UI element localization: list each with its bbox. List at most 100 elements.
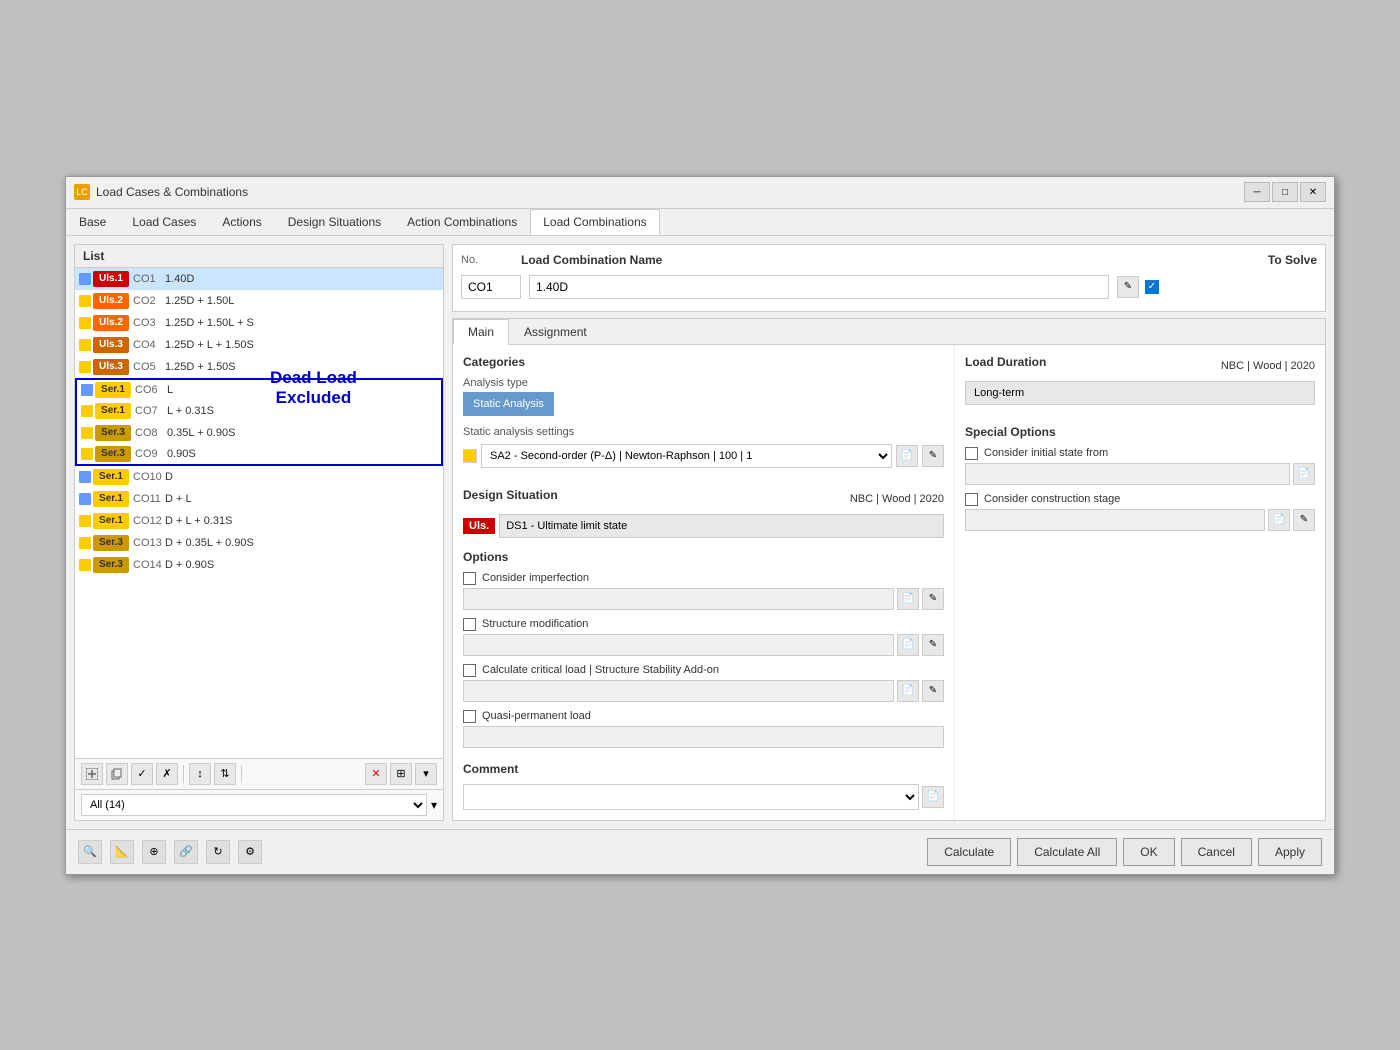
comment-select[interactable] [463,784,919,810]
co-number-input[interactable] [461,275,521,299]
copy-button[interactable] [106,763,128,785]
initial-state-icon[interactable]: 📄 [1293,463,1315,485]
structure-mod-input[interactable] [463,634,894,656]
settings-icon-btn[interactable]: ⚙ [238,840,262,864]
minimize-button[interactable]: ─ [1244,182,1270,202]
sort-button[interactable]: ↕ [189,763,211,785]
combination-form: No. Load Combination Name To Solve ✎ ✓ [452,244,1326,312]
sort2-button[interactable]: ⇅ [214,763,236,785]
sa-edit-icon[interactable]: ✎ [922,445,944,467]
list-item[interactable]: Uls.1CO11.40D [75,268,443,290]
structure-mod-new-icon[interactable]: 📄 [897,634,919,656]
co-formula: 1.25D + L + 1.50S [165,339,254,351]
color-square [81,405,93,417]
menu-design-situations[interactable]: Design Situations [275,209,394,235]
sa-new-icon[interactable]: 📄 [896,445,918,467]
tab-main[interactable]: Main [453,319,509,345]
co-name-input[interactable] [529,275,1109,299]
check-button[interactable]: ✓ [131,763,153,785]
new-button[interactable] [81,763,103,785]
option-imperfection: Consider imperfection 📄 ✎ [463,572,944,610]
color-square [79,537,91,549]
co-badge: Ser.1 [95,382,131,398]
co-id: CO9 [135,448,167,460]
menu-load-cases[interactable]: Load Cases [119,209,209,235]
menu-action-combinations[interactable]: Action Combinations [394,209,530,235]
list-item[interactable]: Ser.3CO80.35L + 0.90S [75,422,443,444]
calculate-button[interactable]: Calculate [927,838,1011,866]
co-formula: D + 0.35L + 0.90S [165,537,254,549]
list-item[interactable]: Ser.1CO10D [75,466,443,488]
construction-input[interactable] [965,509,1265,531]
critical-load-input[interactable] [463,680,894,702]
list-item[interactable]: Ser.1CO6L [75,378,443,400]
delete-button[interactable]: ✕ [365,763,387,785]
co-id: CO11 [133,493,165,505]
titlebar: LC Load Cases & Combinations ─ □ ✕ [66,177,1334,209]
structure-mod-checkbox[interactable] [463,618,476,631]
measure-icon-btn[interactable]: 📐 [110,840,134,864]
list-item[interactable]: Uls.3CO51.25D + 1.50S [75,356,443,378]
construction-checkbox[interactable] [965,493,978,506]
critical-load-checkbox[interactable] [463,664,476,677]
co-formula: 1.40D [165,273,194,285]
comment-edit-icon[interactable]: 📄 [922,786,944,808]
list-item[interactable]: Ser.3CO13D + 0.35L + 0.90S [75,532,443,554]
link-icon-btn[interactable]: 🔗 [174,840,198,864]
maximize-button[interactable]: □ [1272,182,1298,202]
color-square [79,273,91,285]
menu-load-combinations[interactable]: Load Combinations [530,209,659,235]
sa-select[interactable]: SA2 - Second-order (P-Δ) | Newton-Raphso… [481,444,892,468]
calculate-all-button[interactable]: Calculate All [1017,838,1117,866]
grid-button[interactable]: ⊞ [390,763,412,785]
main-window: LC Load Cases & Combinations ─ □ ✕ Base … [65,176,1335,875]
menubar: Base Load Cases Actions Design Situation… [66,209,1334,236]
co-badge: Uls.2 [93,293,129,309]
list-item[interactable]: Ser.1CO11D + L [75,488,443,510]
imperfection-new-icon[interactable]: 📄 [897,588,919,610]
categories-title: Categories [463,355,944,369]
window-title: Load Cases & Combinations [96,185,248,199]
list-item[interactable]: Ser.1CO12D + L + 0.31S [75,510,443,532]
check2-button[interactable]: ✗ [156,763,178,785]
list-item[interactable]: Uls.3CO41.25D + L + 1.50S [75,334,443,356]
list-item[interactable]: Ser.1CO7L + 0.31S [75,400,443,422]
menu-actions[interactable]: Actions [209,209,274,235]
critical-load-edit-icon[interactable]: ✎ [922,680,944,702]
imperfection-input[interactable] [463,588,894,610]
apply-button[interactable]: Apply [1258,838,1322,866]
imperfection-checkbox[interactable] [463,572,476,585]
construction-edit-icon[interactable]: ✎ [1293,509,1315,531]
rotate-icon-btn[interactable]: ↻ [206,840,230,864]
filter-select[interactable]: All (14) [81,794,427,816]
options-section: Options Consider imperfection [463,550,944,748]
right-panel: No. Load Combination Name To Solve ✎ ✓ [452,244,1326,821]
co-id: CO4 [133,339,165,351]
load-duration-value: Long-term [965,381,1315,405]
list-item[interactable]: Uls.2CO21.25D + 1.50L [75,290,443,312]
search-icon-btn[interactable]: 🔍 [78,840,102,864]
ok-button[interactable]: OK [1123,838,1174,866]
co-id: CO14 [133,559,165,571]
list-item[interactable]: Uls.2CO31.25D + 1.50L + S [75,312,443,334]
menu-base[interactable]: Base [66,209,119,235]
co-id: CO7 [135,405,167,417]
more-button[interactable]: ▾ [415,763,437,785]
close-button[interactable]: ✕ [1300,182,1326,202]
form-header: No. Load Combination Name To Solve [461,253,1317,267]
structure-mod-edit-icon[interactable]: ✎ [922,634,944,656]
tab-assignment[interactable]: Assignment [509,319,602,344]
imperfection-edit-icon[interactable]: ✎ [922,588,944,610]
list-item[interactable]: Ser.3CO90.90S [75,444,443,466]
critical-load-new-icon[interactable]: 📄 [897,680,919,702]
edit-icon[interactable]: ✎ [1117,276,1139,298]
to-solve-checkbox[interactable]: ✓ [1145,280,1159,294]
initial-state-input[interactable] [965,463,1290,485]
construction-new-icon[interactable]: 📄 [1268,509,1290,531]
initial-state-checkbox[interactable] [965,447,978,460]
quasi-permanent-checkbox[interactable] [463,710,476,723]
construction-label: Consider construction stage [984,493,1120,505]
axis-icon-btn[interactable]: ⊕ [142,840,166,864]
list-item[interactable]: Ser.3CO14D + 0.90S [75,554,443,576]
cancel-button[interactable]: Cancel [1181,838,1252,866]
